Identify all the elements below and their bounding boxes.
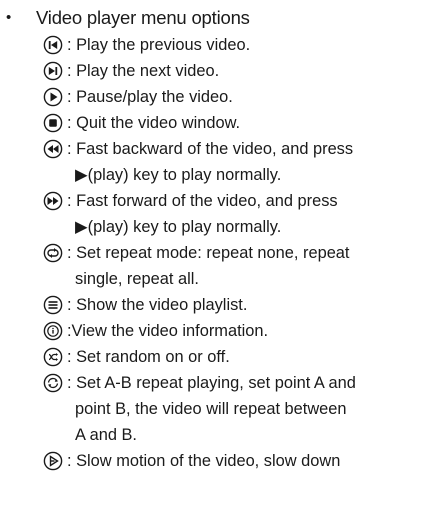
list-item-info: :View the video information. [43,318,443,344]
repeat-icon [43,243,63,263]
list-item-playlist: : Show the video playlist. [43,292,443,318]
continuation-line: ▶(play) key to play normally. [75,166,282,184]
list-item-text: : Set repeat mode: repeat none, repeat s… [67,240,443,292]
continuation-line: ▶(play) key to play normally. [75,218,282,236]
previous-icon [43,35,63,55]
fast-forward-icon [43,191,63,211]
list-item-text: : Pause/play the video. [67,88,233,106]
list-item-text: : Show the video playlist. [67,296,248,314]
stop-icon [43,113,63,133]
info-icon [43,321,63,341]
list-item-play-pause: : Pause/play the video. [43,84,443,110]
list-item-next: : Play the next video. [43,58,443,84]
list-item-fast-backward: : Fast backward of the video, and press … [43,136,443,188]
list-item-text: : Set A-B repeat playing, set point A an… [67,370,443,448]
continuation-line: point B, the video will repeat between [75,400,347,418]
list-item-text: : Play the previous video. [67,36,251,54]
slow-motion-icon [43,451,63,471]
list-item-random: : Set random on or off. [43,344,443,370]
manual-page: • Video player menu options : Play the p… [0,0,448,526]
list-item-stop: : Quit the video window. [43,110,443,136]
play-pause-icon [43,87,63,107]
list-item-previous: : Play the previous video. [43,32,443,58]
playlist-icon [43,295,63,315]
ab-repeat-icon [43,373,63,393]
list-item-text: : Play the next video. [67,62,220,80]
list-item-text: : Set random on or off. [67,348,230,366]
list-item-text: : Quit the video window. [67,114,241,132]
list-item-text: : Fast backward of the video, and press … [67,136,443,188]
list-item-ab-repeat: : Set A-B repeat playing, set point A an… [43,370,443,448]
continuation-line: single, repeat all. [75,270,199,288]
continuation-line: A and B. [75,426,137,444]
list-item-text: :View the video information. [67,322,269,340]
bullet-marker: • [6,9,12,26]
menu-options-list: : Play the previous video. : Play the ne… [43,32,443,474]
fast-backward-icon [43,139,63,159]
list-item-repeat: : Set repeat mode: repeat none, repeat s… [43,240,443,292]
list-item-slow-motion: : Slow motion of the video, slow down [43,448,443,474]
section-heading: Video player menu options [36,7,250,28]
next-icon [43,61,63,81]
list-item-fast-forward: : Fast forward of the video, and press ▶… [43,188,443,240]
random-icon [43,347,63,367]
list-item-text: : Slow motion of the video, slow down [67,452,341,470]
list-item-text: : Fast forward of the video, and press ▶… [67,188,443,240]
